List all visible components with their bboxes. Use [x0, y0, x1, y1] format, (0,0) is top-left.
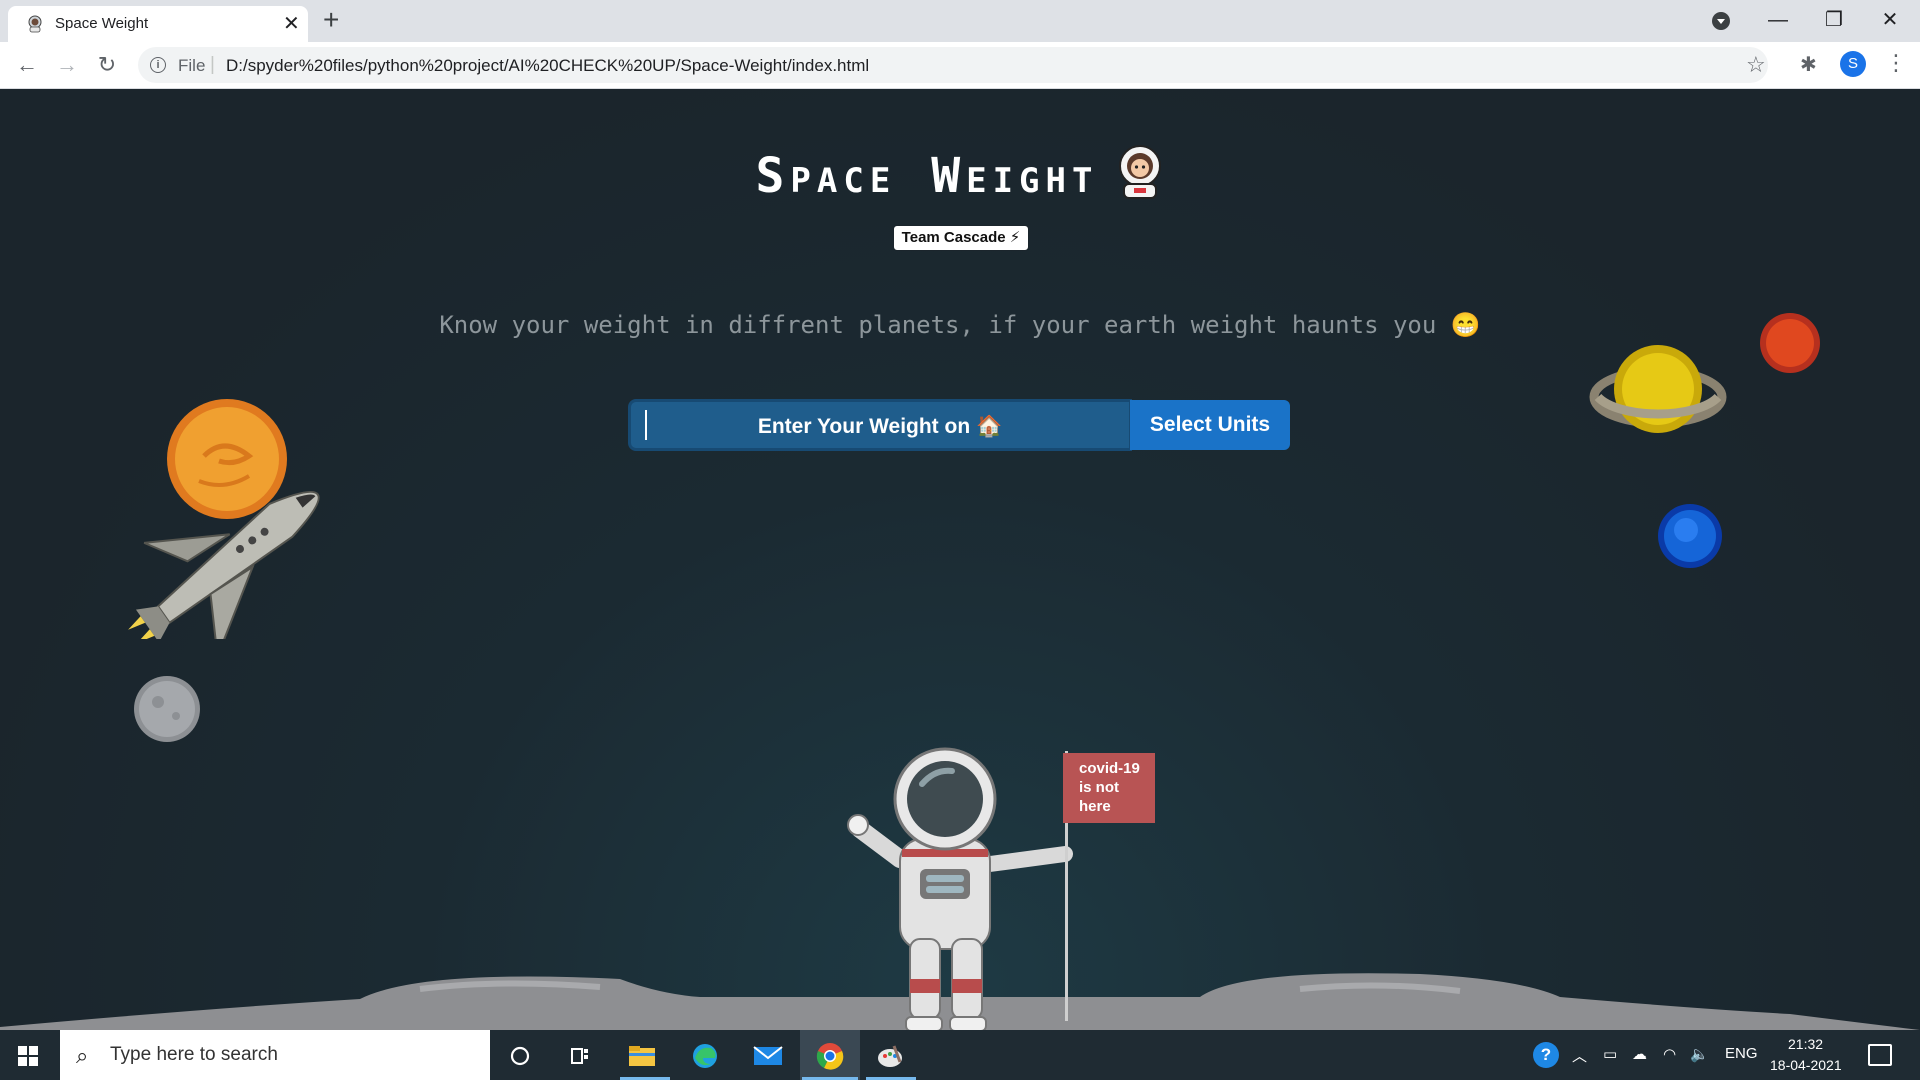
blue-planet-icon	[1658, 504, 1722, 568]
windows-start-icon[interactable]	[18, 1046, 38, 1066]
cortana-icon[interactable]	[500, 1040, 540, 1070]
back-button[interactable]: ←	[12, 50, 42, 80]
forward-button[interactable]: →	[52, 50, 82, 80]
browser-tab[interactable]: Space Weight ✕	[8, 6, 308, 42]
taskbar-search-box[interactable]: ⌕ Type here to search	[60, 1030, 490, 1080]
site-info-icon[interactable]: i	[150, 57, 166, 73]
paint-icon[interactable]	[870, 1040, 910, 1070]
mail-icon[interactable]	[748, 1040, 788, 1070]
weight-input-placeholder: Enter Your Weight on 🏠	[757, 415, 1003, 438]
page-title: Space Weight	[0, 144, 1920, 204]
weight-input[interactable]: Enter Your Weight on 🏠	[628, 399, 1132, 451]
space-shuttle-icon	[128, 490, 320, 639]
astronaut-emoji-icon	[1119, 145, 1162, 199]
show-hidden-icons-chevron-icon[interactable]: ︿	[1572, 1045, 1587, 1066]
url-separator: |	[210, 54, 215, 75]
notifications-icon[interactable]	[1868, 1044, 1892, 1066]
flag-text-line: covid-19	[1079, 760, 1140, 777]
clock-time[interactable]: 21:32	[1788, 1036, 1823, 1052]
volume-icon[interactable]: 🔈	[1690, 1045, 1709, 1063]
bookmark-star-icon[interactable]: ☆	[1746, 52, 1766, 78]
edge-icon[interactable]	[685, 1040, 725, 1070]
clock-date[interactable]: 18-04-2021	[1770, 1057, 1842, 1073]
page-title-text: Space Weight	[755, 148, 1099, 204]
wifi-icon[interactable]: ◠	[1663, 1045, 1676, 1063]
help-icon[interactable]: ?	[1533, 1042, 1559, 1068]
url-text[interactable]: D:/spyder%20files/python%20project/AI%20…	[226, 56, 869, 76]
chrome-icon[interactable]	[810, 1040, 850, 1070]
windows-taskbar: ⌕ Type here to search ? ︿ ▭ ☁ ◠ 🔈 ENG 21…	[0, 1030, 1920, 1080]
tab-title: Space Weight	[55, 15, 149, 32]
tagline: Know your weight in diffrent planets, if…	[439, 311, 1481, 339]
file-explorer-icon[interactable]	[622, 1040, 662, 1070]
close-window-button[interactable]: ✕	[1862, 0, 1918, 40]
tab-search-icon[interactable]	[1712, 12, 1730, 30]
covid-flag: covid-19 is not here	[1063, 753, 1155, 823]
browser-menu-icon[interactable]: ⋮	[1885, 50, 1907, 76]
astronaut-favicon-icon	[28, 15, 42, 33]
page-content: Space Weight Team Cascade ⚡ Know your we…	[0, 89, 1920, 1030]
extensions-puzzle-icon[interactable]: ✱	[1800, 52, 1817, 77]
task-view-icon[interactable]	[560, 1040, 600, 1070]
saturn-planet-icon	[1589, 345, 1727, 433]
device-icon[interactable]: ▭	[1603, 1045, 1617, 1063]
tab-bar: Space Weight ✕ + — ❐ ✕	[0, 0, 1920, 42]
address-bar[interactable]: i File | D:/spyder%20files/python%20proj…	[138, 47, 1768, 83]
search-placeholder: Type here to search	[110, 1044, 278, 1065]
restore-button[interactable]: ❐	[1806, 0, 1862, 40]
minimize-button[interactable]: —	[1750, 0, 1806, 40]
reload-button[interactable]: ↻	[92, 50, 122, 80]
onedrive-icon[interactable]: ☁	[1632, 1045, 1647, 1063]
team-badge: Team Cascade ⚡	[893, 225, 1029, 251]
profile-avatar[interactable]: S	[1840, 51, 1866, 77]
tab-close-icon[interactable]: ✕	[283, 11, 300, 36]
flag-text-line: here	[1079, 798, 1111, 815]
url-scheme: File	[178, 56, 206, 75]
language-indicator[interactable]: ENG	[1725, 1045, 1758, 1062]
select-units-button[interactable]: Select Units	[1130, 400, 1290, 450]
new-tab-button[interactable]: +	[323, 4, 339, 36]
browser-toolbar: ← → ↻ i File | D:/spyder%20files/python%…	[0, 42, 1920, 89]
search-icon: ⌕	[76, 1043, 89, 1068]
astronaut-illustration	[847, 747, 1073, 1030]
flag-text-line: is not	[1079, 779, 1119, 796]
grey-moon-icon	[134, 676, 200, 742]
red-planet-icon	[1760, 313, 1820, 373]
